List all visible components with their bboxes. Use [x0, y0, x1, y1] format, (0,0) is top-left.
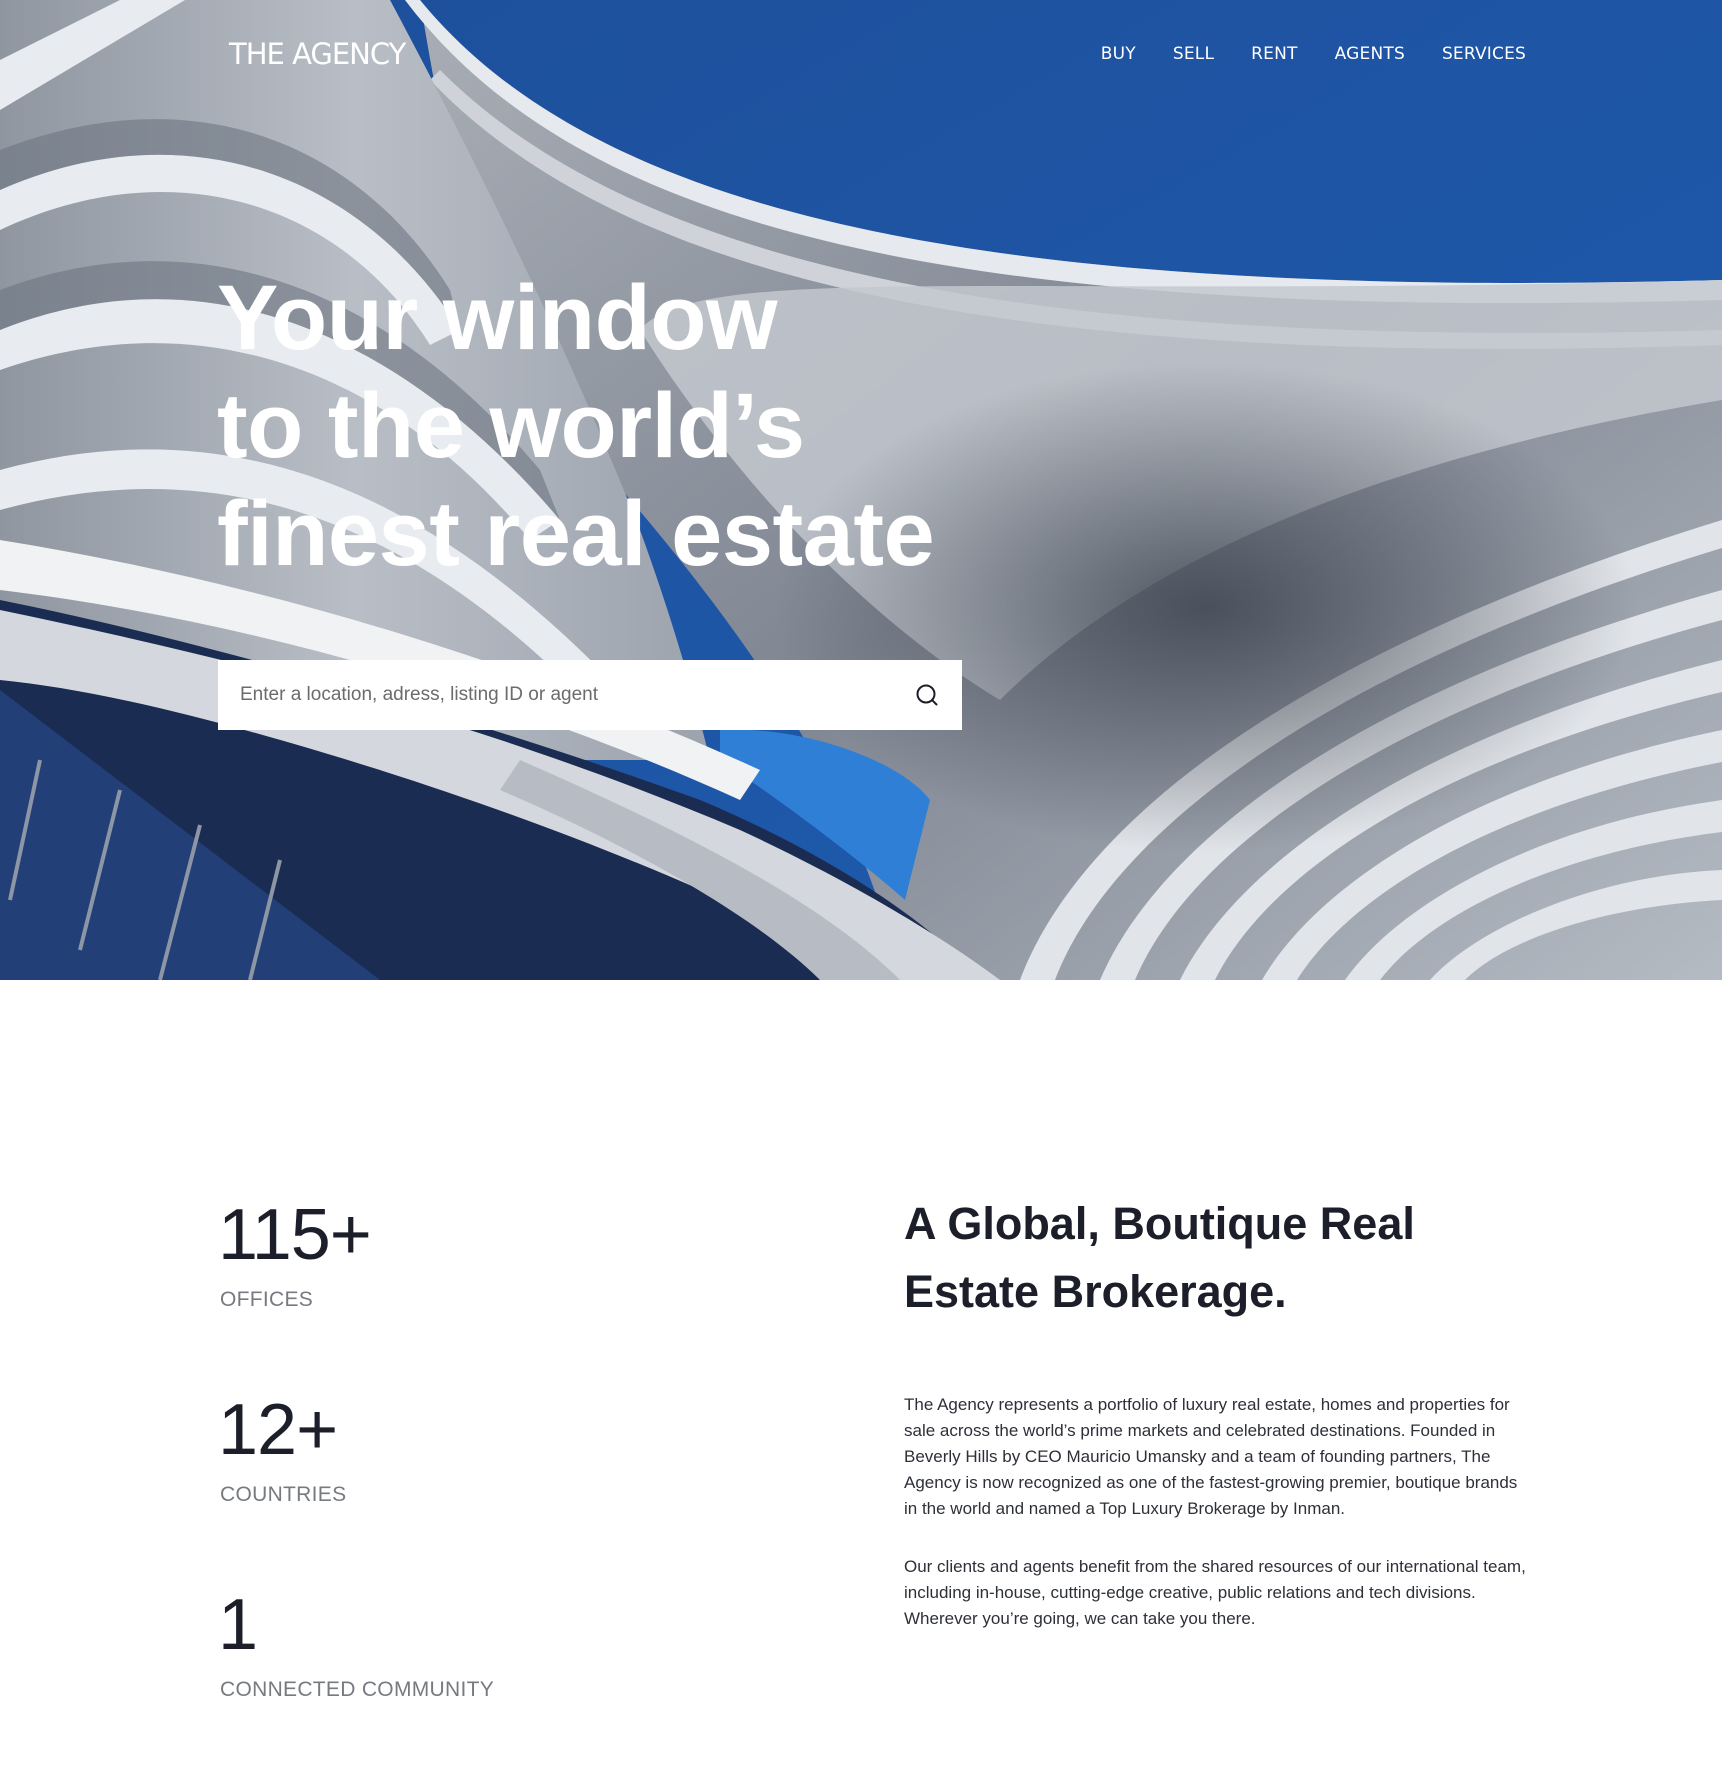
- stat-community: 1 CONNECTED COMMUNITY: [218, 1585, 778, 1780]
- stat-value: 1: [218, 1585, 258, 1665]
- search-icon: [916, 684, 938, 706]
- stat-value: 12+: [218, 1390, 338, 1470]
- stat-value: 115+: [218, 1195, 372, 1275]
- nav-item-sell: SELL: [1173, 42, 1214, 66]
- stat-countries: 12+ COUNTRIES: [218, 1390, 778, 1585]
- search-bar: [218, 660, 962, 730]
- stats-section: 115+ OFFICES 12+ COUNTRIES 1 CONNECTED C…: [218, 1195, 778, 1780]
- hero-title-line-3: finest real estate: [217, 483, 935, 585]
- stat-label: OFFICES: [220, 1288, 314, 1311]
- search-button[interactable]: [892, 660, 962, 730]
- about-paragraph-2: Our clients and agents benefit from the …: [904, 1557, 1526, 1628]
- nav-item-agents: AGENTS: [1335, 42, 1405, 66]
- nav-item-buy: BUY: [1101, 42, 1136, 66]
- about-paragraph-1: The Agency represents a portfolio of lux…: [904, 1395, 1518, 1518]
- about-heading: A Global, Boutique Real Estate Brokerage…: [904, 1198, 1415, 1317]
- stat-label: CONNECTED COMMUNITY: [220, 1678, 495, 1701]
- nav-link-rent[interactable]: RENT: [1251, 42, 1297, 66]
- nav-list: BUY SELL RENT AGENTS SERVICES: [1101, 42, 1526, 66]
- about-section: A Global, Boutique Real Estate Brokerage…: [904, 1190, 1534, 1632]
- nav-link-agents[interactable]: AGENTS: [1335, 42, 1405, 66]
- nav-link-sell[interactable]: SELL: [1173, 42, 1214, 66]
- hero-title-line-1: Your window: [217, 267, 778, 369]
- nav-item-services: SERVICES: [1442, 42, 1526, 66]
- nav-link-services[interactable]: SERVICES: [1442, 42, 1526, 66]
- stat-label: COUNTRIES: [220, 1483, 347, 1506]
- agency-logo[interactable]: THE AGENCY: [229, 34, 406, 74]
- stat-offices: 115+ OFFICES: [218, 1195, 778, 1390]
- hero-title-line-2: to the world’s: [217, 375, 805, 477]
- hero-section: THE AGENCY BUY SELL RENT AGENTS SERVICES…: [0, 0, 1722, 980]
- hero-title: Your window to the world’s finest real e…: [217, 264, 1117, 588]
- search-input[interactable]: [218, 660, 892, 730]
- nav-item-rent: RENT: [1251, 42, 1297, 66]
- nav-link-buy[interactable]: BUY: [1101, 42, 1136, 66]
